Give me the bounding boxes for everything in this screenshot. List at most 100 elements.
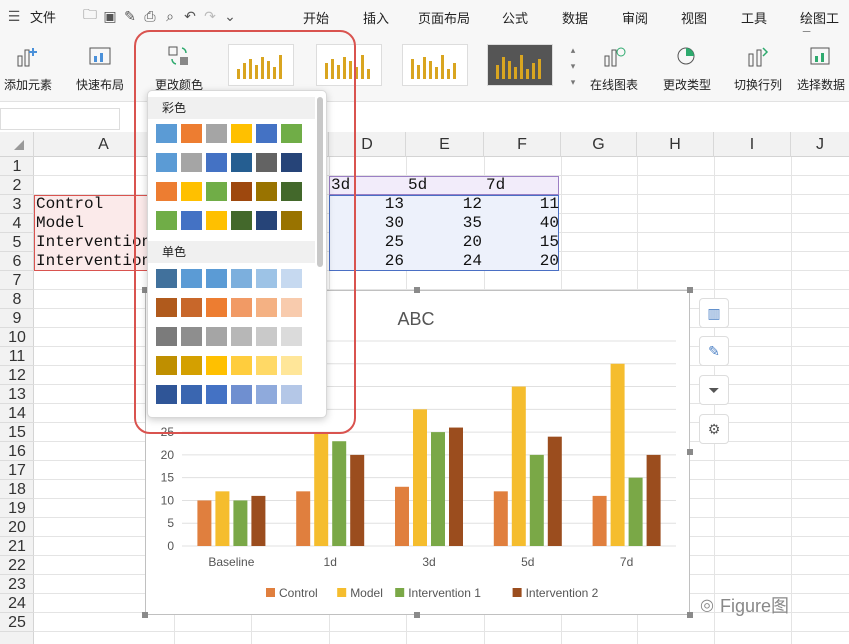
hamburger-icon[interactable]: ☰ [4,6,24,26]
chart-elements-button[interactable]: ▥ [699,298,729,328]
cell-e6[interactable]: 24 [406,252,482,271]
name-box[interactable] [0,108,120,130]
save-icon[interactable]: ▣ [100,6,120,26]
row-header[interactable]: 6 [0,252,34,271]
chart-style-button[interactable]: ✎ [699,336,729,366]
row-header[interactable]: 7 [0,271,34,290]
row-header-bar: 1 2 3 4 5 6 7 8 9 10 11 12 13 14 15 16 1… [0,157,34,644]
row-header[interactable]: 4 [0,214,34,233]
column-header-e[interactable]: E [406,132,484,157]
category-range [329,176,559,195]
add-element-button[interactable]: 添加元素 [4,42,52,93]
tab-review[interactable]: 审阅 [622,8,648,27]
filter-icon: ⏷ [708,381,720,398]
bar [529,454,544,546]
bar [449,427,463,546]
tab-page-layout[interactable]: 页面布局 [418,8,470,27]
select-data-icon [806,42,836,70]
change-type-button[interactable]: 更改类型 [663,42,711,93]
cell-a3[interactable]: Control [36,195,103,214]
cell-e3[interactable]: 12 [406,195,482,214]
row-header[interactable]: 11 [0,347,34,366]
row-header[interactable]: 5 [0,233,34,252]
change-type-icon [672,42,702,70]
cell-e4[interactable]: 35 [406,214,482,233]
tab-view[interactable]: 视图 [681,8,707,27]
style-scroll-chevron-icon[interactable]: ▴ ▾ ▾ [567,42,579,92]
resize-handle[interactable] [414,612,420,618]
tab-tools[interactable]: 工具 [741,8,767,27]
bar [350,454,365,546]
row-header[interactable]: 1 [0,157,34,176]
row-header[interactable]: 9 [0,309,34,328]
row-header[interactable]: 25 [0,613,34,632]
row-header[interactable]: 14 [0,404,34,423]
cell-f6[interactable]: 20 [484,252,559,271]
cell-e2[interactable]: 5d [408,176,427,195]
thumbnail-bar [514,67,517,79]
quick-layout-button[interactable]: 快速布局 [76,42,124,93]
tab-data[interactable]: 数据 [562,8,588,27]
open-folder-icon[interactable]: 🗀 [80,6,100,26]
thumbnail-bar [429,61,432,79]
cell-e5[interactable]: 20 [406,233,482,252]
menu-file[interactable]: 文件 [30,7,56,26]
chart-style-3[interactable] [402,44,468,86]
cell-a4[interactable]: Model [36,214,84,233]
resize-handle[interactable] [414,287,420,293]
cell-f5[interactable]: 15 [484,233,559,252]
cell-f3[interactable]: 11 [484,195,559,214]
resize-handle[interactable] [142,612,148,618]
bar [395,486,409,546]
row-header[interactable]: 22 [0,556,34,575]
switch-row-col-button[interactable]: 切换行列 [734,42,782,93]
thumbnail-bar [423,57,426,79]
print-icon[interactable]: ⎙ [140,6,160,26]
chart-settings-button[interactable]: ⚙ [699,414,729,444]
bar [233,500,248,546]
row-header[interactable]: 16 [0,442,34,461]
row-header[interactable]: 17 [0,461,34,480]
row-header[interactable]: 15 [0,423,34,442]
row-header[interactable]: 12 [0,366,34,385]
resize-handle[interactable] [687,449,693,455]
tab-start[interactable]: 开始 [303,8,329,27]
row-header[interactable]: 20 [0,518,34,537]
row-header[interactable]: 23 [0,575,34,594]
chart-style-4[interactable] [487,44,553,86]
resize-handle[interactable] [687,612,693,618]
quick-layout-icon [85,42,115,70]
select-all-corner[interactable] [0,132,34,157]
y-tick-label: 10 [161,493,175,507]
column-header-h[interactable]: H [637,132,714,157]
more-chevron-icon[interactable]: ⌄ [220,6,240,26]
row-header[interactable]: 19 [0,499,34,518]
format-painter-icon[interactable]: ✎ [120,6,140,26]
thumbnail-bar [508,61,511,79]
column-header-f[interactable]: F [484,132,561,157]
legend-label: Control [279,586,318,600]
cell-f2[interactable]: 7d [486,176,505,195]
row-header[interactable]: 2 [0,176,34,195]
redo-icon[interactable]: ↷ [200,6,220,26]
column-header-i[interactable]: I [714,132,791,157]
row-header[interactable]: 24 [0,594,34,613]
undo-icon[interactable]: ↶ [180,6,200,26]
select-data-button[interactable]: 选择数据 [797,42,845,93]
row-header[interactable]: 10 [0,328,34,347]
row-header[interactable]: 13 [0,385,34,404]
print-preview-icon[interactable]: ⌕ [160,6,180,26]
tab-insert[interactable]: 插入 [363,8,389,27]
row-header[interactable]: 21 [0,537,34,556]
chart-filter-button[interactable]: ⏷ [699,375,729,405]
bar [413,409,427,546]
cell-f4[interactable]: 40 [484,214,559,233]
row-header[interactable]: 3 [0,195,34,214]
column-header-g[interactable]: G [561,132,637,157]
tab-formula[interactable]: 公式 [502,8,528,27]
online-chart-button[interactable]: 在线图表 [590,42,638,93]
row-header[interactable]: 8 [0,290,34,309]
resize-handle[interactable] [687,287,693,293]
row-header[interactable]: 18 [0,480,34,499]
column-header-j[interactable]: J [791,132,849,157]
